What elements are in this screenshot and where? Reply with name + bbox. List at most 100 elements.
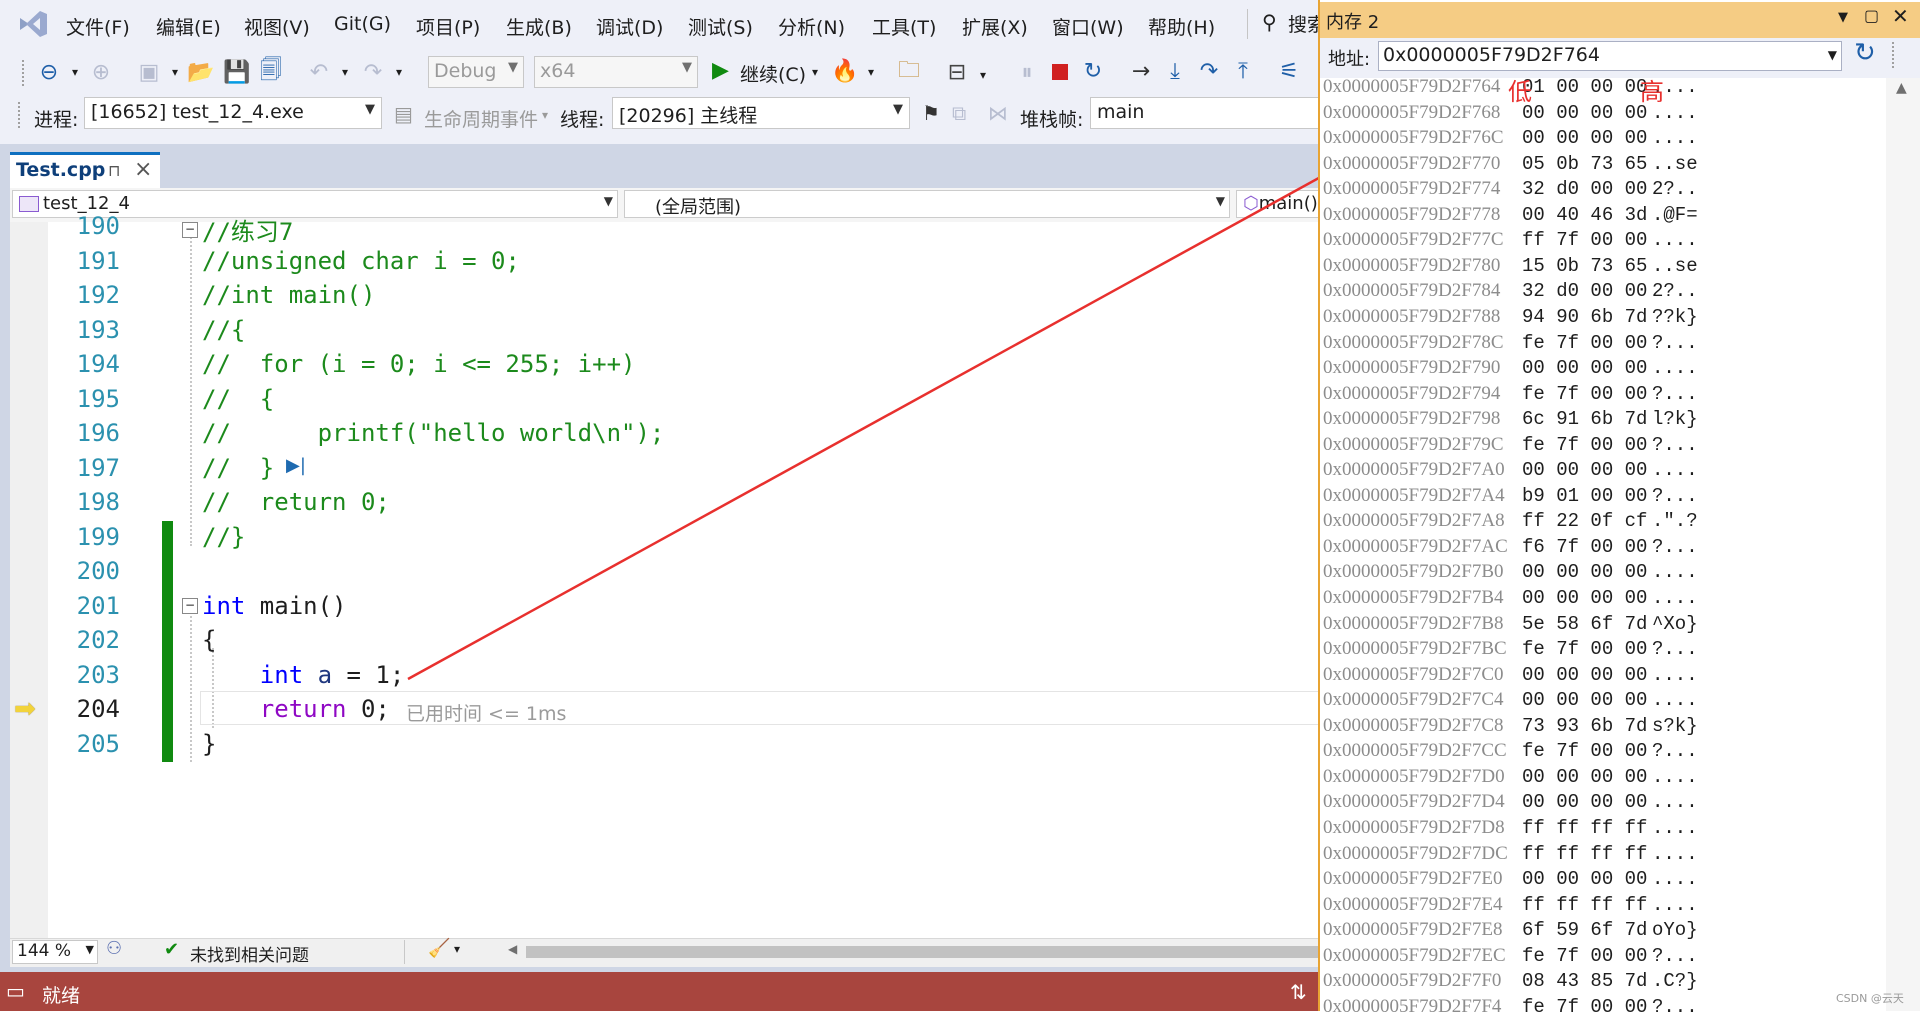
- memory-row[interactable]: 0x0000005F79D2F7CC fe 7f 00 00?...: [1320, 740, 1880, 765]
- memory-bytes[interactable]: 00 40 46 3d: [1522, 204, 1647, 226]
- memory-bytes[interactable]: b9 01 00 00: [1522, 485, 1647, 507]
- scroll-left-icon[interactable]: ◀: [508, 942, 517, 956]
- memory-bytes[interactable]: 05 0b 73 65: [1522, 153, 1647, 175]
- memory-row[interactable]: 0x0000005F79D2F7A8 ff 22 0f cf .".?: [1320, 510, 1880, 535]
- memory-bytes[interactable]: fe 7f 00 00: [1522, 434, 1647, 456]
- memory-bytes[interactable]: 01 00 00 00: [1522, 76, 1647, 98]
- memory-bytes[interactable]: 00 00 00 00: [1522, 587, 1647, 609]
- memory-row[interactable]: 0x0000005F79D2F7E8 6f 59 6f 7d oYo}: [1320, 919, 1880, 944]
- memory-row[interactable]: 0x0000005F79D2F7DC ff ff ff ff....: [1320, 843, 1880, 868]
- memory-bytes[interactable]: fe 7f 00 00: [1522, 740, 1647, 762]
- memory-row[interactable]: 0x0000005F79D2F798 6c 91 6b 7d l?k}: [1320, 408, 1880, 433]
- memory-row[interactable]: 0x0000005F79D2F79C fe 7f 00 00?...: [1320, 434, 1880, 459]
- memory-bytes[interactable]: 94 90 6b 7d: [1522, 306, 1647, 328]
- memory-row[interactable]: 0x0000005F79D2F7D4 00 00 00 00....: [1320, 791, 1880, 816]
- memory-chars: ?...: [1652, 433, 1698, 456]
- memory-bytes[interactable]: fe 7f 00 00: [1522, 945, 1647, 967]
- memory-row[interactable]: 0x0000005F79D2F778 00 40 46 3d .@F=: [1320, 204, 1880, 229]
- issues-status[interactable]: 未找到相关问题: [190, 941, 309, 966]
- memory-address: 0x0000005F79D2F7EC: [1323, 944, 1506, 966]
- memory-row[interactable]: 0x0000005F79D2F768 00 00 00 00....: [1320, 102, 1880, 127]
- memory-bytes[interactable]: 00 00 00 00: [1522, 459, 1647, 481]
- memory-row[interactable]: 0x0000005F79D2F7D8 ff ff ff ff....: [1320, 817, 1880, 842]
- memory-bytes[interactable]: 00 00 00 00: [1522, 102, 1647, 124]
- zoom-select[interactable]: 144 % ▼: [12, 940, 98, 964]
- memory-row[interactable]: 0x0000005F79D2F7A0 00 00 00 00....: [1320, 459, 1880, 484]
- cleanup-dropdown-icon[interactable]: ▾: [454, 942, 460, 956]
- memory-row[interactable]: 0x0000005F79D2F7C0 00 00 00 00....: [1320, 664, 1880, 689]
- memory-bytes[interactable]: 00 00 00 00: [1522, 766, 1647, 788]
- memory-bytes[interactable]: 00 00 00 00: [1522, 357, 1647, 379]
- memory-row[interactable]: 0x0000005F79D2F76C 00 00 00 00....: [1320, 127, 1880, 152]
- memory-bytes[interactable]: fe 7f 00 00: [1522, 638, 1647, 660]
- memory-bytes[interactable]: 00 00 00 00: [1522, 868, 1647, 890]
- copilot-icon[interactable]: ⚇: [106, 938, 122, 959]
- memory-row[interactable]: 0x0000005F79D2F7EC fe 7f 00 00?...: [1320, 945, 1880, 970]
- memory-bytes[interactable]: fe 7f 00 00: [1522, 332, 1647, 354]
- memory-bytes[interactable]: fe 7f 00 00: [1522, 996, 1647, 1018]
- memory-bytes[interactable]: 00 00 00 00: [1522, 664, 1647, 686]
- memory-row[interactable]: 0x0000005F79D2F7B0 00 00 00 00....: [1320, 561, 1880, 586]
- memory-bytes[interactable]: 15 0b 73 65: [1522, 255, 1647, 277]
- memory-row[interactable]: 0x0000005F79D2F77C ff 7f 00 00....: [1320, 229, 1880, 254]
- memory-row[interactable]: 0x0000005F79D2F764 01 00 00 00....: [1320, 76, 1880, 101]
- memory-row[interactable]: 0x0000005F79D2F7B8 5e 58 6f 7d ^Xo}: [1320, 613, 1880, 638]
- memory-row[interactable]: 0x0000005F79D2F7F4 fe 7f 00 00?...: [1320, 996, 1880, 1021]
- chevron-down-icon: ▼: [85, 943, 94, 956]
- refresh-icon[interactable]: ↻: [1854, 38, 1876, 68]
- memory-chars: ?...: [1652, 995, 1698, 1018]
- memory-window-titlebar[interactable]: [1320, 2, 1920, 38]
- memory-chars: ?...: [1652, 382, 1698, 405]
- maximize-icon[interactable]: ▢: [1864, 6, 1879, 25]
- memory-bytes[interactable]: ff ff ff ff: [1522, 894, 1647, 916]
- memory-row[interactable]: 0x0000005F79D2F788 94 90 6b 7d ??k}: [1320, 306, 1880, 331]
- toolbar-grip[interactable]: [1892, 42, 1898, 68]
- code-cleanup-icon[interactable]: 🧹: [428, 938, 450, 959]
- memory-row[interactable]: 0x0000005F79D2F7F0 08 43 85 7d .C?}: [1320, 970, 1880, 995]
- memory-bytes[interactable]: 73 93 6b 7d: [1522, 715, 1647, 737]
- memory-bytes[interactable]: fe 7f 00 00: [1522, 383, 1647, 405]
- memory-bytes[interactable]: 32 d0 00 00: [1522, 178, 1647, 200]
- output-window-icon[interactable]: ▭: [6, 979, 25, 1003]
- memory-bytes[interactable]: 6f 59 6f 7d: [1522, 919, 1647, 941]
- close-window-icon[interactable]: ✕: [1892, 4, 1909, 28]
- memory-row[interactable]: 0x0000005F79D2F7E4 ff ff ff ff....: [1320, 894, 1880, 919]
- memory-address: 0x0000005F79D2F7D8: [1323, 816, 1505, 838]
- window-menu-dropdown-icon[interactable]: ▼: [1838, 10, 1848, 25]
- memory-bytes[interactable]: ff 22 0f cf: [1522, 510, 1647, 532]
- memory-row[interactable]: 0x0000005F79D2F7C8 73 93 6b 7d s?k}: [1320, 715, 1880, 740]
- memory-row[interactable]: 0x0000005F79D2F784 32 d0 00 00 2?..: [1320, 280, 1880, 305]
- memory-row[interactable]: 0x0000005F79D2F790 00 00 00 00....: [1320, 357, 1880, 382]
- memory-row[interactable]: 0x0000005F79D2F7C4 00 00 00 00....: [1320, 689, 1880, 714]
- memory-bytes[interactable]: 00 00 00 00: [1522, 689, 1647, 711]
- memory-chars: ?...: [1652, 740, 1698, 763]
- scroll-up-icon[interactable]: ▲: [1896, 80, 1907, 96]
- memory-row[interactable]: 0x0000005F79D2F770 05 0b 73 65 ..se: [1320, 153, 1880, 178]
- memory-bytes[interactable]: 6c 91 6b 7d: [1522, 408, 1647, 430]
- memory-bytes[interactable]: ff 7f 00 00: [1522, 229, 1647, 251]
- memory-row[interactable]: 0x0000005F79D2F7AC f6 7f 00 00?...: [1320, 536, 1880, 561]
- memory-row[interactable]: 0x0000005F79D2F7B4 00 00 00 00....: [1320, 587, 1880, 612]
- memory-row[interactable]: 0x0000005F79D2F7D0 00 00 00 00....: [1320, 766, 1880, 791]
- memory-bytes[interactable]: 00 00 00 00: [1522, 561, 1647, 583]
- memory-row[interactable]: 0x0000005F79D2F78C fe 7f 00 00?...: [1320, 332, 1880, 357]
- memory-row[interactable]: 0x0000005F79D2F780 15 0b 73 65 ..se: [1320, 255, 1880, 280]
- memory-vertical-scrollbar[interactable]: [1886, 78, 1920, 1011]
- memory-bytes[interactable]: 00 00 00 00: [1522, 127, 1647, 149]
- horizontal-scrollbar-thumb[interactable]: [526, 946, 1320, 958]
- memory-bytes[interactable]: ff ff ff ff: [1522, 843, 1647, 865]
- memory-row[interactable]: 0x0000005F79D2F7BC fe 7f 00 00?...: [1320, 638, 1880, 663]
- memory-row[interactable]: 0x0000005F79D2F774 32 d0 00 00 2?..: [1320, 178, 1880, 203]
- publish-icon[interactable]: ⇅: [1290, 980, 1307, 1004]
- memory-row[interactable]: 0x0000005F79D2F7A4 b9 01 00 00?...: [1320, 485, 1880, 510]
- memory-bytes[interactable]: 08 43 85 7d: [1522, 970, 1647, 992]
- memory-bytes[interactable]: 32 d0 00 00: [1522, 280, 1647, 302]
- memory-bytes[interactable]: ff ff ff ff: [1522, 817, 1647, 839]
- memory-row[interactable]: 0x0000005F79D2F794 fe 7f 00 00?...: [1320, 383, 1880, 408]
- memory-bytes[interactable]: 00 00 00 00: [1522, 791, 1647, 813]
- address-input[interactable]: 0x0000005F79D2F764 ▼: [1378, 41, 1842, 71]
- memory-address: 0x0000005F79D2F7E4: [1323, 893, 1503, 915]
- memory-bytes[interactable]: 5e 58 6f 7d: [1522, 613, 1647, 635]
- memory-bytes[interactable]: f6 7f 00 00: [1522, 536, 1647, 558]
- memory-row[interactable]: 0x0000005F79D2F7E0 00 00 00 00....: [1320, 868, 1880, 893]
